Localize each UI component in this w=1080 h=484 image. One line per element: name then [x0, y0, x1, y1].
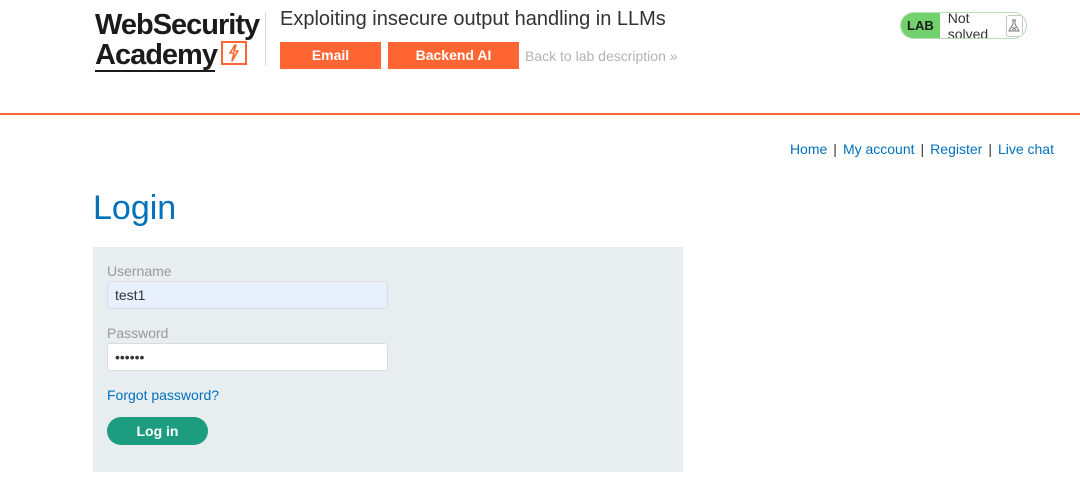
lab-badge: LAB: [901, 13, 940, 38]
email-client-button[interactable]: Email client: [280, 42, 381, 90]
chevron-right-icon: »: [669, 48, 678, 64]
password-label: Password: [107, 325, 169, 341]
nav-register-link[interactable]: Register: [930, 141, 982, 157]
back-to-lab-description-link[interactable]: Back to lab description »: [525, 48, 678, 64]
username-input[interactable]: [107, 281, 388, 309]
lab-status-widget: LAB Not solved: [900, 12, 1027, 39]
login-form: Username Password Forgot password? Log i…: [93, 247, 683, 472]
nav-separator: |: [920, 141, 925, 157]
nav-home-link[interactable]: Home: [790, 141, 827, 157]
logo-text-line1: WebSecurity: [95, 9, 260, 41]
nav-my-account-link[interactable]: My account: [843, 141, 915, 157]
logo-underline: [95, 70, 215, 72]
lightning-bolt-icon: [220, 41, 247, 65]
nav-separator: |: [988, 141, 992, 157]
forgot-password-link[interactable]: Forgot password?: [107, 387, 219, 403]
logo-text-line2: Academy: [95, 39, 218, 71]
back-link-label: Back to lab description: [525, 48, 666, 64]
top-navigation: Home | My account | Register | Live chat: [790, 141, 1054, 157]
flask-icon: [1005, 14, 1023, 37]
web-security-academy-logo[interactable]: WebSecurity Academy: [95, 9, 260, 72]
username-label: Username: [107, 263, 172, 279]
log-in-button[interactable]: Log in: [107, 417, 208, 445]
header-orange-rule: [0, 113, 1080, 115]
lab-status-text: Not solved: [947, 12, 989, 39]
header-divider: [265, 12, 266, 66]
page-title: Login: [93, 189, 177, 227]
password-input[interactable]: [107, 343, 388, 371]
backend-ai-logs-button[interactable]: Backend AI logs: [388, 42, 519, 90]
lab-title: Exploiting insecure output handling in L…: [280, 8, 666, 30]
nav-live-chat-link[interactable]: Live chat: [998, 141, 1054, 157]
nav-separator: |: [833, 141, 837, 157]
